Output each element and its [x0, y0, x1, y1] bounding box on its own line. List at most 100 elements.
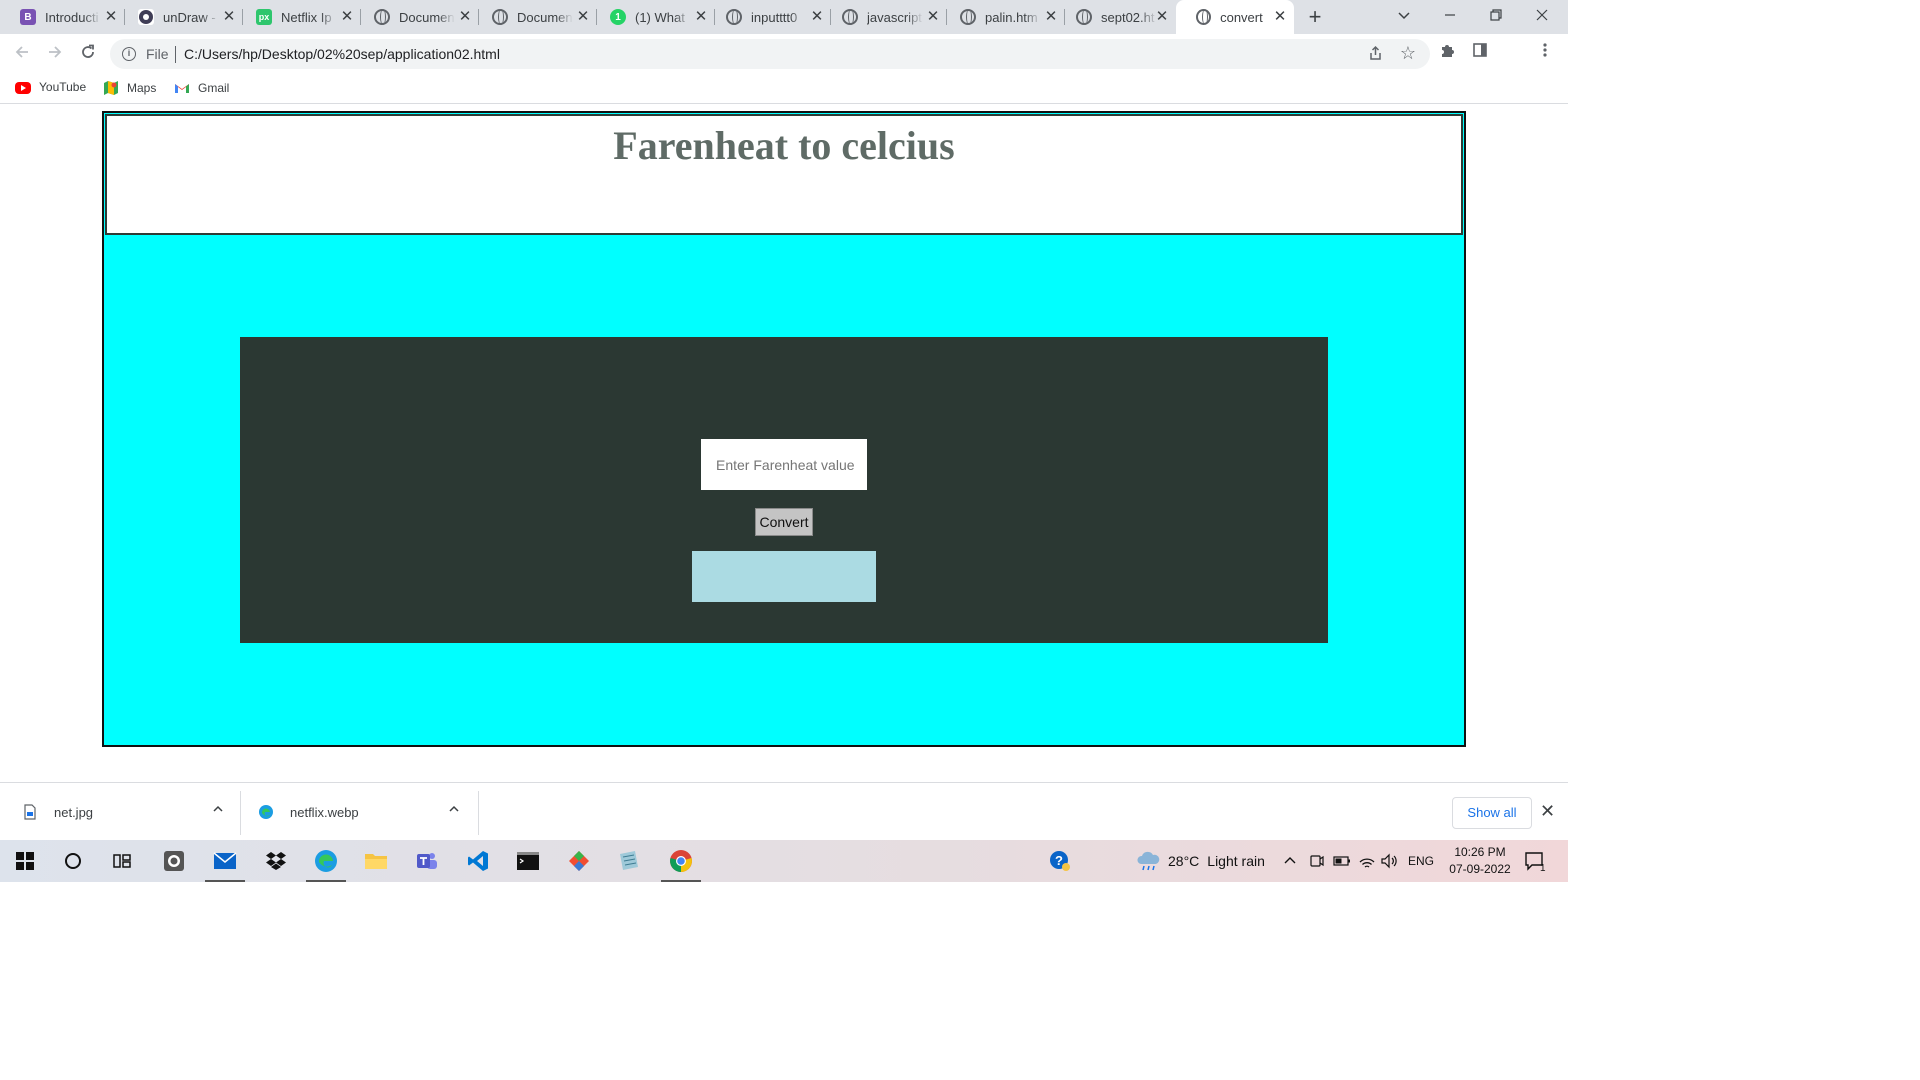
tab-document-1[interactable]: Documen ✕: [354, 0, 479, 34]
search-button[interactable]: [50, 840, 96, 882]
notifications-button[interactable]: 1: [1524, 840, 1546, 882]
close-icon[interactable]: ✕: [575, 9, 591, 25]
tab-document-2[interactable]: Documen ✕: [472, 0, 597, 34]
file-icon: [22, 804, 38, 820]
taskbar-app-terminal[interactable]: [505, 840, 551, 882]
tab-palin[interactable]: palin.htm ✕: [940, 0, 1065, 34]
taskbar-app-github[interactable]: [151, 840, 197, 882]
tab-title: Documen: [399, 9, 455, 25]
start-button[interactable]: [2, 840, 48, 882]
forward-button[interactable]: [43, 42, 67, 66]
minimize-button[interactable]: [1427, 0, 1473, 34]
tab-sept02[interactable]: sept02.ht ✕: [1056, 0, 1176, 34]
chrome-icon: [670, 850, 692, 872]
converter-panel: Convert: [240, 337, 1328, 643]
close-icon[interactable]: ✕: [1272, 9, 1288, 25]
clock[interactable]: 10:26 PM 07-09-2022: [1440, 844, 1520, 878]
download-item-net-jpg[interactable]: net.jpg: [22, 783, 232, 841]
whatsapp-icon: 1: [610, 9, 626, 25]
battery-icon[interactable]: [1333, 840, 1351, 882]
close-window-button[interactable]: [1519, 0, 1565, 34]
reload-button[interactable]: [76, 42, 100, 66]
chevron-up-icon[interactable]: [448, 803, 460, 818]
back-button[interactable]: [10, 42, 34, 66]
globe-icon: [492, 9, 508, 25]
converter-container: Farenheat to celcius Convert: [102, 111, 1466, 747]
windows-icon: [16, 852, 34, 870]
close-icon[interactable]: ✕: [221, 9, 237, 25]
taskbar-app-git[interactable]: [556, 840, 602, 882]
bookmark-gmail[interactable]: Gmail: [174, 80, 229, 96]
info-icon[interactable]: i: [122, 47, 136, 61]
arrow-left-icon: [15, 46, 28, 58]
folder-icon: [365, 854, 387, 869]
help-button[interactable]: ?: [1037, 840, 1083, 882]
git-kraken-icon: [569, 851, 589, 871]
tab-search-button[interactable]: [1381, 0, 1427, 34]
tab-undraw[interactable]: unDraw - ✕: [118, 0, 243, 34]
close-icon[interactable]: ✕: [339, 9, 355, 25]
tab-convert[interactable]: convert ✕: [1176, 0, 1294, 34]
taskbar-app-vscode[interactable]: [455, 840, 501, 882]
bookmark-star-icon[interactable]: ☆: [1400, 43, 1416, 64]
arrow-right-icon: [49, 46, 62, 58]
side-panel-icon[interactable]: [1468, 42, 1492, 66]
convert-button[interactable]: Convert: [755, 508, 813, 536]
menu-icon[interactable]: [1533, 42, 1557, 66]
tab-title: unDraw -: [163, 9, 216, 25]
address-divider: [175, 46, 176, 63]
tab-title: Netflix Ip: [281, 9, 332, 25]
wifi-icon[interactable]: [1358, 840, 1376, 882]
globe-icon: [726, 9, 742, 25]
weather-widget[interactable]: 28°C Light rain: [1136, 840, 1265, 882]
taskbar-app-chrome[interactable]: [658, 840, 704, 882]
task-view-button[interactable]: [99, 840, 145, 882]
close-icon[interactable]: ✕: [925, 9, 941, 25]
bookmarks-bar: YouTube Maps Gmail: [0, 74, 1568, 104]
undraw-icon: [138, 9, 154, 25]
volume-icon[interactable]: [1380, 840, 1398, 882]
chevron-up-icon[interactable]: [212, 803, 224, 818]
extensions-icon[interactable]: [1435, 42, 1459, 66]
taskbar-app-mail[interactable]: [202, 840, 248, 882]
tab-inputttt[interactable]: inputttt0 ✕: [706, 0, 831, 34]
new-tab-button[interactable]: +: [1303, 5, 1327, 29]
tab-whatsapp[interactable]: 1 (1) What ✕: [590, 0, 715, 34]
bookmark-label: Gmail: [198, 81, 230, 95]
taskbar-app-teams[interactable]: [404, 840, 450, 882]
scheme-label: File: [146, 46, 169, 62]
language-indicator[interactable]: ENG: [1408, 840, 1434, 882]
globe-icon: [1196, 9, 1212, 25]
close-icon[interactable]: ✕: [103, 9, 119, 25]
tab-netflix[interactable]: px Netflix Ip ✕: [236, 0, 361, 34]
download-label: net.jpg: [54, 804, 94, 820]
share-icon[interactable]: [1366, 45, 1382, 66]
close-icon[interactable]: ✕: [1154, 9, 1170, 25]
url-text[interactable]: C:/Users/hp/Desktop/02%20sep/application…: [184, 46, 500, 62]
taskbar-app-edge[interactable]: [303, 840, 349, 882]
tab-javascript[interactable]: javascript ✕: [822, 0, 947, 34]
taskbar-app-file-explorer[interactable]: [353, 840, 399, 882]
close-downloads-icon[interactable]: ✕: [1540, 801, 1555, 822]
taskbar-app-notepad[interactable]: [606, 840, 652, 882]
bookmark-label: YouTube: [39, 80, 87, 94]
restore-button[interactable]: [1473, 0, 1519, 34]
show-hidden-icons-button[interactable]: [1283, 840, 1297, 882]
reload-icon: [82, 44, 94, 58]
teams-icon: [417, 853, 437, 869]
bookmark-youtube[interactable]: YouTube: [15, 80, 86, 94]
close-icon[interactable]: ✕: [457, 9, 473, 25]
download-label: netflix.webp: [290, 804, 359, 820]
meet-now-icon[interactable]: [1309, 840, 1325, 882]
taskbar-app-dropbox[interactable]: [253, 840, 299, 882]
bookmark-maps[interactable]: Maps: [103, 80, 156, 96]
edge-icon: [315, 850, 337, 872]
show-all-button[interactable]: Show all: [1452, 797, 1532, 829]
tab-title: sept02.ht: [1101, 9, 1155, 25]
tab-introduction[interactable]: B Introducti ✕: [0, 0, 125, 34]
globe-icon: [960, 9, 976, 25]
fahrenheit-input[interactable]: [701, 439, 867, 490]
download-item-netflix-webp[interactable]: netflix.webp: [258, 783, 468, 841]
youtube-icon: [15, 82, 31, 94]
address-bar[interactable]: i File C:/Users/hp/Desktop/02%20sep/appl…: [110, 39, 1430, 69]
